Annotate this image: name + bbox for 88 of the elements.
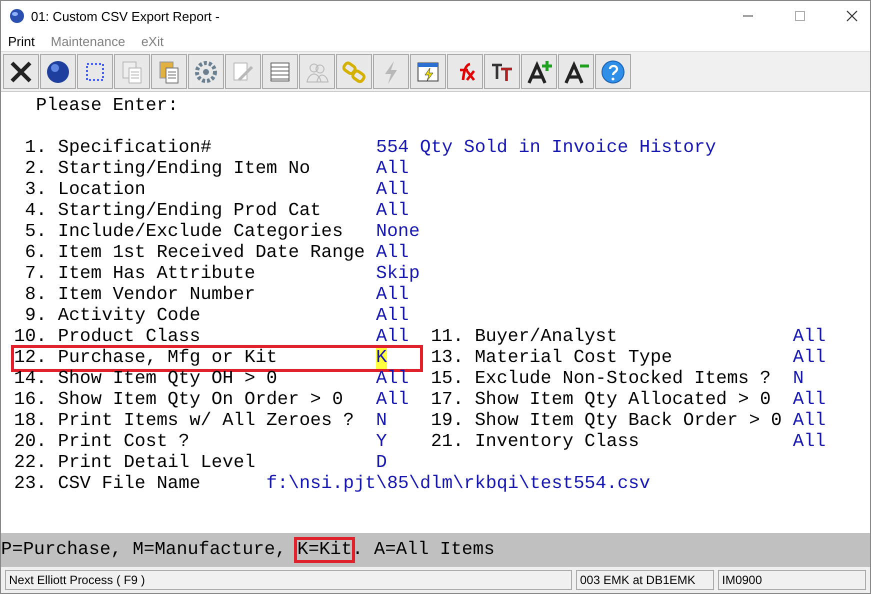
- field-label: Material Cost Type: [474, 348, 674, 369]
- field-label: Show Item Qty Back Order > 0: [474, 411, 783, 432]
- field-number: 2.: [24, 159, 47, 180]
- field-value[interactable]: f:\nsi.pjt\85\dlm\rkbqi\test554.csv: [266, 474, 650, 495]
- field-label: CSV File Name: [58, 474, 202, 495]
- field-label: Include/Exclude Categories: [58, 222, 344, 243]
- menu-item[interactable]: Print: [8, 34, 35, 48]
- help-icon: [599, 58, 627, 86]
- status-panel: Next Elliott Process ( F9 ): [5, 570, 572, 590]
- toolbar-button[interactable]: [410, 54, 446, 89]
- field-label: Print Cost ?: [58, 432, 190, 453]
- field-label: Print Items w/ All Zeroes ?: [58, 411, 356, 432]
- field-label: Inventory Class: [474, 432, 640, 453]
- field-label: Specification#: [58, 138, 212, 159]
- field-value[interactable]: All: [792, 348, 848, 369]
- field-value[interactable]: N: [792, 369, 848, 390]
- field-label: Print Detail Level: [58, 453, 256, 474]
- field-value[interactable]: All: [792, 390, 848, 411]
- field-label: Starting/Ending Prod Cat: [58, 201, 322, 222]
- field-number: 18.: [14, 411, 47, 432]
- field-number: 17.: [430, 390, 464, 411]
- field-value[interactable]: All: [376, 369, 431, 390]
- field-label: Location: [58, 180, 147, 201]
- field-number: 16.: [14, 390, 47, 411]
- field-value[interactable]: All: [376, 180, 409, 201]
- field-value[interactable]: All: [376, 285, 409, 306]
- field-number: 9.: [24, 306, 47, 327]
- field-number: 12.: [14, 348, 47, 369]
- field-value[interactable]: All: [376, 327, 431, 348]
- field-number: 20.: [14, 432, 47, 453]
- toolbar-button[interactable]: [3, 54, 39, 89]
- field-number: 22.: [14, 453, 47, 474]
- status-panel: IM0900: [718, 570, 866, 590]
- field-label: Buyer/Analyst: [474, 327, 618, 348]
- field-number: 6.: [24, 243, 47, 264]
- toolbar-button[interactable]: [262, 54, 298, 89]
- field-number: 14.: [14, 369, 47, 390]
- field-value[interactable]: None: [376, 222, 420, 243]
- field-number: 10.: [14, 327, 47, 348]
- globe-icon: [9, 8, 25, 24]
- toolbar-button[interactable]: [77, 54, 113, 89]
- field-number: 5.: [24, 222, 47, 243]
- toolbar-button[interactable]: [521, 54, 557, 89]
- field-number: 7.: [24, 264, 47, 285]
- field-number: 3.: [24, 180, 47, 201]
- field-value[interactable]: K: [376, 348, 387, 369]
- field-number: 15.: [430, 369, 464, 390]
- field-number: 4.: [24, 201, 47, 222]
- field-value[interactable]: All: [376, 243, 409, 264]
- field-label: Item 1st Received Date Range: [58, 243, 366, 264]
- window-title: 01: Custom CSV Export Report -: [31, 8, 220, 24]
- field-value[interactable]: All: [792, 327, 848, 348]
- toolbar-button[interactable]: [558, 54, 594, 89]
- field-value[interactable]: Y: [376, 432, 431, 453]
- close-icon[interactable]: [846, 10, 858, 22]
- hint-text: P=Purchase, M=Manufacture, K=Kit. A=All Items: [1, 540, 495, 560]
- field-value[interactable]: All: [376, 306, 409, 327]
- field-number: 19.: [430, 411, 464, 432]
- field-number: 23.: [14, 474, 47, 495]
- field-number: 8.: [24, 285, 47, 306]
- toolbar-button[interactable]: [40, 54, 76, 89]
- field-label: Exclude Non-Stocked Items ?: [474, 369, 772, 390]
- field-value[interactable]: 554 Qty Sold in Invoice History: [376, 138, 716, 159]
- field-label: Item Has Attribute: [58, 264, 256, 285]
- status-panel: 003 EMK at DB1EMK: [576, 570, 714, 590]
- field-number: 13.: [430, 348, 464, 369]
- field-value[interactable]: All: [792, 411, 848, 432]
- field-label: Purchase, Mfg or Kit: [58, 348, 278, 369]
- field-value[interactable]: D: [376, 453, 387, 474]
- field-label: Item Vendor Number: [58, 285, 256, 306]
- field-number: 11.: [430, 327, 464, 348]
- field-label: Product Class: [58, 327, 202, 348]
- field-value[interactable]: All: [792, 432, 848, 453]
- prompt-text: Please Enter:: [36, 96, 179, 117]
- field-label: Starting/Ending Item No: [58, 159, 312, 180]
- toolbar-button[interactable]: [484, 54, 520, 89]
- field-label: Show Item Qty Allocated > 0: [474, 390, 772, 411]
- field-value[interactable]: Skip: [376, 264, 420, 285]
- field-label: Show Item Qty OH > 0: [58, 369, 278, 390]
- toolbar-button[interactable]: [595, 54, 631, 89]
- field-label: Show Item Qty On Order > 0: [58, 390, 344, 411]
- field-number: 1.: [24, 138, 47, 159]
- field-label: Activity Code: [58, 306, 202, 327]
- field-value[interactable]: All: [376, 159, 409, 180]
- field-value[interactable]: All: [376, 201, 409, 222]
- field-value[interactable]: All: [376, 390, 431, 411]
- field-number: 21.: [430, 432, 464, 453]
- field-value[interactable]: N: [376, 411, 431, 432]
